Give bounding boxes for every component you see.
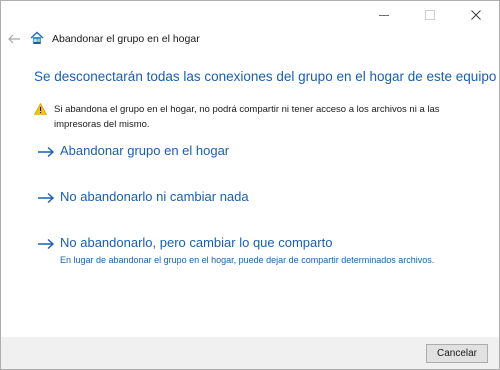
maximize-button <box>407 1 453 29</box>
arrow-right-icon <box>38 146 55 158</box>
arrow-right-icon <box>38 192 55 204</box>
navigation-bar: Abandonar el grupo en el hogar <box>1 27 499 51</box>
close-button[interactable] <box>453 1 499 29</box>
command-link-label: No abandonarlo ni cambiar nada <box>60 189 249 204</box>
close-icon <box>471 10 481 20</box>
warning-text: Si abandona el grupo en el hogar, no pod… <box>54 104 440 130</box>
page-heading: Se desconectarán todas las conexiones de… <box>34 69 497 84</box>
command-link-label: Abandonar grupo en el hogar <box>60 143 230 158</box>
command-link-label: No abandonarlo, pero cambiar lo que comp… <box>60 235 333 250</box>
minimize-button[interactable] <box>361 1 407 29</box>
keep-homegroup-link[interactable]: No abandonarlo ni cambiar nada <box>37 189 297 209</box>
command-link-description: En lugar de abandonar el grupo en el hog… <box>60 255 435 265</box>
back-arrow-icon[interactable] <box>7 32 21 46</box>
dialog-window: Abandonar el grupo en el hogar Se descon… <box>0 0 500 370</box>
maximize-icon <box>425 10 435 20</box>
arrow-right-icon <box>38 238 55 250</box>
change-sharing-link[interactable]: No abandonarlo, pero cambiar lo que comp… <box>37 235 457 283</box>
homegroup-icon <box>30 31 44 44</box>
dialog-footer: Cancelar <box>1 337 499 369</box>
window-title: Abandonar el grupo en el hogar <box>52 33 200 45</box>
leave-homegroup-link[interactable]: Abandonar grupo en el hogar <box>37 143 297 163</box>
cancel-button[interactable]: Cancelar <box>426 344 488 363</box>
warning-icon <box>34 103 47 115</box>
title-bar[interactable] <box>1 1 499 29</box>
minimize-icon <box>379 14 389 16</box>
